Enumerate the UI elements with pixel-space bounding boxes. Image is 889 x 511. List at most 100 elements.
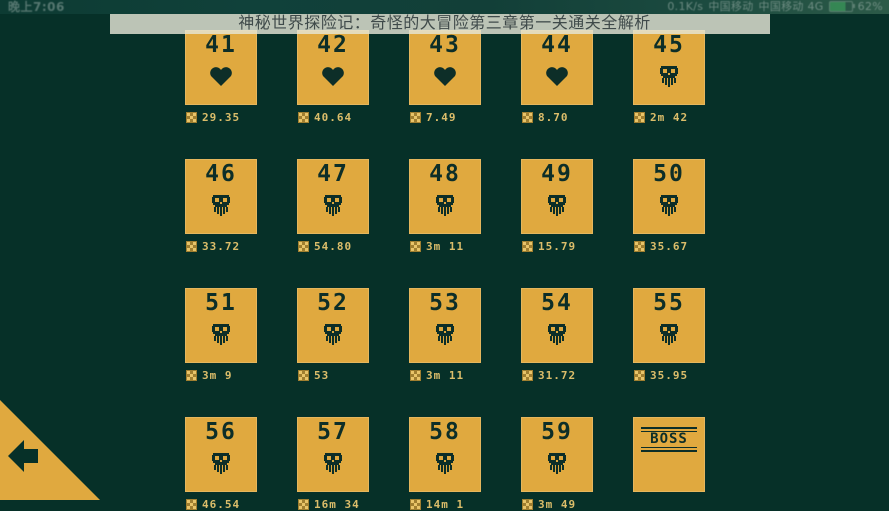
clover-icon <box>522 498 533 510</box>
level-tile[interactable]: 44 <box>521 30 593 105</box>
status-bar-clock: 晚上7:06 <box>8 0 65 14</box>
skull-icon <box>320 321 346 347</box>
level-cell: BOSS <box>633 417 705 511</box>
level-time-label: 35.95 <box>650 368 689 382</box>
level-time-row: 35.67 <box>633 239 705 253</box>
clover-icon <box>410 240 421 252</box>
skull-icon <box>548 195 566 216</box>
level-number: 54 <box>541 290 573 316</box>
level-cell: 56 46.54 <box>185 417 257 511</box>
level-number: 58 <box>429 419 461 445</box>
level-tile[interactable]: 50 <box>633 159 705 234</box>
level-tile[interactable]: 43 <box>409 30 481 105</box>
level-time-label: 29.35 <box>202 110 241 124</box>
skull-icon <box>544 192 570 218</box>
level-time-row: 7.49 <box>409 110 481 124</box>
skull-icon <box>320 450 346 476</box>
level-cell: 59 3m 49 <box>521 417 593 511</box>
heart-icon <box>546 67 568 86</box>
skull-icon <box>212 195 230 216</box>
level-time-row: 15.79 <box>521 239 593 253</box>
level-time-row: 3m 11 <box>409 368 481 382</box>
level-tile[interactable]: 58 <box>409 417 481 492</box>
level-tile[interactable]: 47 <box>297 159 369 234</box>
skull-icon <box>208 450 234 476</box>
level-tile[interactable]: 45 <box>633 30 705 105</box>
skull-icon <box>660 66 678 87</box>
level-number: 53 <box>429 290 461 316</box>
level-time-row: 54.80 <box>297 239 369 253</box>
back-button[interactable] <box>0 400 100 500</box>
level-cell: 57 16m 34 <box>297 417 369 511</box>
clover-icon <box>634 369 645 381</box>
level-time-label: 46.54 <box>202 497 241 511</box>
level-time-row: 3m 9 <box>185 368 257 382</box>
skull-icon <box>548 453 566 474</box>
level-tile[interactable]: 51 <box>185 288 257 363</box>
level-tile[interactable]: 57 <box>297 417 369 492</box>
level-tile[interactable]: 49 <box>521 159 593 234</box>
clover-icon <box>522 369 533 381</box>
level-tile[interactable]: 48 <box>409 159 481 234</box>
level-time-label: 16m 34 <box>314 497 360 511</box>
skull-icon <box>324 453 342 474</box>
level-tile[interactable]: 46 <box>185 159 257 234</box>
skull-icon <box>432 321 458 347</box>
status-bar: 晚上7:06 0.1K/s 中国移动 中国移动 4G 62% <box>0 0 889 14</box>
level-cell: 54 31.72 <box>521 288 593 382</box>
heart-icon <box>544 63 570 89</box>
clover-icon <box>186 498 197 510</box>
skull-icon <box>208 321 234 347</box>
level-tile[interactable]: 53 <box>409 288 481 363</box>
level-time-row: 3m 11 <box>409 239 481 253</box>
level-number: 56 <box>205 419 237 445</box>
level-time-row: 53 <box>297 368 369 382</box>
level-grid: 41 29.35 42 40.64 43 7.49 44 8.70 45 2m 42 46 33.72… <box>185 30 705 511</box>
level-number: 47 <box>317 161 349 187</box>
level-tile[interactable]: 56 <box>185 417 257 492</box>
boss-tile[interactable]: BOSS <box>633 417 705 492</box>
back-arrow-icon <box>8 440 38 472</box>
level-cell: 49 15.79 <box>521 159 593 253</box>
level-cell: 51 3m 9 <box>185 288 257 382</box>
battery-percent-label: 62% <box>857 0 883 13</box>
carrier-label-2: 中国移动 4G <box>758 0 824 13</box>
clover-icon <box>522 240 533 252</box>
level-time-row: 14m 1 <box>409 497 481 511</box>
level-number: 52 <box>317 290 349 316</box>
level-time-row: 31.72 <box>521 368 593 382</box>
level-cell: 50 35.67 <box>633 159 705 253</box>
level-time-row: 46.54 <box>185 497 257 511</box>
level-cell: 48 3m 11 <box>409 159 481 253</box>
boss-plate: BOSS <box>641 427 697 452</box>
level-time-label: 14m 1 <box>426 497 465 511</box>
level-time-label: 33.72 <box>202 239 241 253</box>
level-tile[interactable]: 52 <box>297 288 369 363</box>
level-tile[interactable]: 59 <box>521 417 593 492</box>
level-tile[interactable]: 41 <box>185 30 257 105</box>
level-time-row: 3m 49 <box>521 497 593 511</box>
heart-icon <box>432 63 458 89</box>
level-number: 45 <box>653 32 685 58</box>
battery-icon <box>828 0 855 12</box>
level-time-label: 7.49 <box>426 110 457 124</box>
level-tile[interactable]: 55 <box>633 288 705 363</box>
level-number: 55 <box>653 290 685 316</box>
level-number: 42 <box>317 32 349 58</box>
level-time-label: 15.79 <box>538 239 577 253</box>
clover-icon <box>522 111 533 123</box>
level-number: 41 <box>205 32 237 58</box>
clover-icon <box>634 111 645 123</box>
level-tile[interactable]: 42 <box>297 30 369 105</box>
level-number: 50 <box>653 161 685 187</box>
level-cell: 44 8.70 <box>521 30 593 124</box>
boss-label: BOSS <box>641 431 697 448</box>
skull-icon <box>544 321 570 347</box>
clover-icon <box>186 369 197 381</box>
level-number: 57 <box>317 419 349 445</box>
skull-icon <box>436 453 454 474</box>
level-time-row: 8.70 <box>521 110 593 124</box>
network-speed-label: 0.1K/s <box>667 0 704 13</box>
level-tile[interactable]: 54 <box>521 288 593 363</box>
level-time-label: 40.64 <box>314 110 353 124</box>
